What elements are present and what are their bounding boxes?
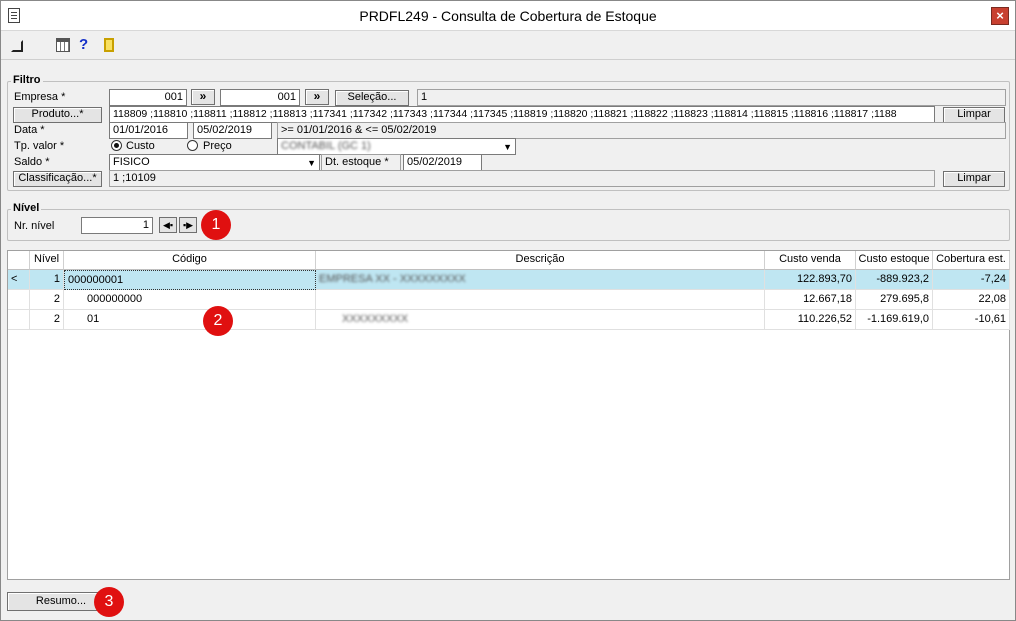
data-to-field[interactable]: 05/02/2019 [193,122,272,139]
cell-custo-venda: 12.667,18 [765,290,856,310]
selecao-button[interactable]: Seleção... [335,90,409,106]
calendar-grid-icon[interactable] [56,38,70,52]
door-exit-icon[interactable] [104,38,114,52]
cell-codigo-text: 01 [87,313,100,325]
main-window: PRDFL249 - Consulta de Cobertura de Esto… [0,0,1016,621]
window-title: PRDFL249 - Consulta de Cobertura de Esto… [359,8,657,24]
row-indicator [8,310,30,330]
help-icon[interactable]: ? [79,37,91,52]
empresa-range-button-2[interactable]: » [305,89,329,105]
cell-nivel: 2 [30,310,64,330]
produto-button[interactable]: Produto...* [13,107,102,123]
grid-header: Nível Código Descrição Custo venda Custo… [8,251,1010,270]
produto-field[interactable]: 118809 ;118810 ;118811 ;118812 ;118813 ;… [109,106,935,123]
produto-limpar-button[interactable]: Limpar [943,107,1005,123]
empresa-from-field[interactable]: 001 [109,89,187,106]
cell-codigo-text: 000000000 [87,293,143,305]
data-label: Data * [14,124,45,136]
step-marker-1: 1 [201,210,231,240]
step-marker-2: 2 [203,306,233,336]
table-row[interactable]: 2 01 XXXXXXXXX 110.226,52 -1.169.619,0 -… [8,310,1010,330]
saldo-label: Saldo * [14,156,50,168]
classificacao-limpar-button[interactable]: Limpar [943,171,1005,187]
saldo-select[interactable]: FISICO ▼ [109,154,320,171]
column-header-custo-venda[interactable]: Custo venda [765,251,856,270]
custo-radio[interactable] [111,140,122,151]
dtestoque-field[interactable]: 05/02/2019 [403,154,482,171]
nivel-group [7,209,1010,241]
data-expression-field: >= 01/01/2016 & <= 05/02/2019 [277,122,1006,139]
chevron-down-icon: ▼ [307,158,316,168]
selecao-value-field: 1 [417,89,1006,106]
data-from-field[interactable]: 01/01/2016 [109,122,188,139]
nivel-title: Nível [11,202,42,214]
nr-nivel-label: Nr. nível [14,220,55,232]
column-header-custo-estoque[interactable]: Custo estoque [856,251,933,270]
filtro-title: Filtro [11,74,43,86]
cell-nivel: 1 [30,270,64,290]
preco-radio-label: Preço [203,140,232,152]
cell-custo-venda: 110.226,52 [765,310,856,330]
step-marker-3: 3 [94,587,124,617]
cell-descricao: EMPRESA XX - XXXXXXXXX [316,270,765,290]
preco-radio[interactable] [187,140,198,151]
empresa-to-field[interactable]: 001 [220,89,300,106]
tpvalor-label: Tp. valor * [14,140,65,152]
cell-descricao-text: XXXXXXXXX [342,313,409,325]
cell-custo-estoque: 279.695,8 [856,290,933,310]
column-header-descricao[interactable]: Descrição [316,251,765,270]
classificacao-button[interactable]: Classificação...* [13,171,102,187]
column-header-codigo[interactable]: Código [64,251,316,270]
column-header-cobertura[interactable]: Cobertura est. [933,251,1010,270]
cell-codigo[interactable]: 000000001 [64,270,316,290]
saldo-select-value: FISICO [113,156,150,168]
row-indicator: < [8,270,30,290]
cell-custo-venda: 122.893,70 [765,270,856,290]
empresa-label: Empresa * [14,91,66,103]
close-button[interactable]: × [991,7,1009,25]
cell-cobertura: 22,08 [933,290,1010,310]
cell-cobertura: -7,24 [933,270,1010,290]
exit-arrow-icon[interactable] [11,38,23,52]
column-header-nivel[interactable]: Nível [30,251,64,270]
dtestoque-label: Dt. estoque * [321,154,401,171]
classificacao-field: 1 ;10109 [109,170,935,187]
cell-codigo: 000000000 [64,290,316,310]
chevron-down-icon: ▼ [503,142,512,152]
row-indicator [8,290,30,310]
cell-custo-estoque: -889.923,2 [856,270,933,290]
cell-descricao [316,290,765,310]
toolbar: ? [1,32,1015,60]
custo-radio-label: Custo [126,140,155,152]
title-bar: PRDFL249 - Consulta de Cobertura de Esto… [1,1,1015,31]
cell-codigo: 01 [64,310,316,330]
tpvalor-select[interactable]: CONTABIL (GC 1) ▼ [277,138,516,155]
nr-nivel-field[interactable]: 1 [81,217,153,234]
cell-nivel: 2 [30,290,64,310]
cell-custo-estoque: -1.169.619,0 [856,310,933,330]
cell-cobertura: -10,61 [933,310,1010,330]
footer-bar: Resumo... 3 [1,581,1015,621]
table-row[interactable]: 2 000000000 12.667,18 279.695,8 22,08 [8,290,1010,310]
results-grid: Nível Código Descrição Custo venda Custo… [7,250,1010,580]
column-header-indicator [8,251,30,270]
next-level-button[interactable]: ▪▶ [179,217,197,233]
tpvalor-select-value: CONTABIL (GC 1) [281,140,371,152]
cell-descricao: XXXXXXXXX [316,310,765,330]
table-row[interactable]: < 1 000000001 EMPRESA XX - XXXXXXXXX 122… [8,270,1010,290]
empresa-range-button[interactable]: » [191,89,215,105]
previous-level-button[interactable]: ◀▪ [159,217,177,233]
cell-descricao-text: EMPRESA XX - XXXXXXXXX [319,273,466,285]
